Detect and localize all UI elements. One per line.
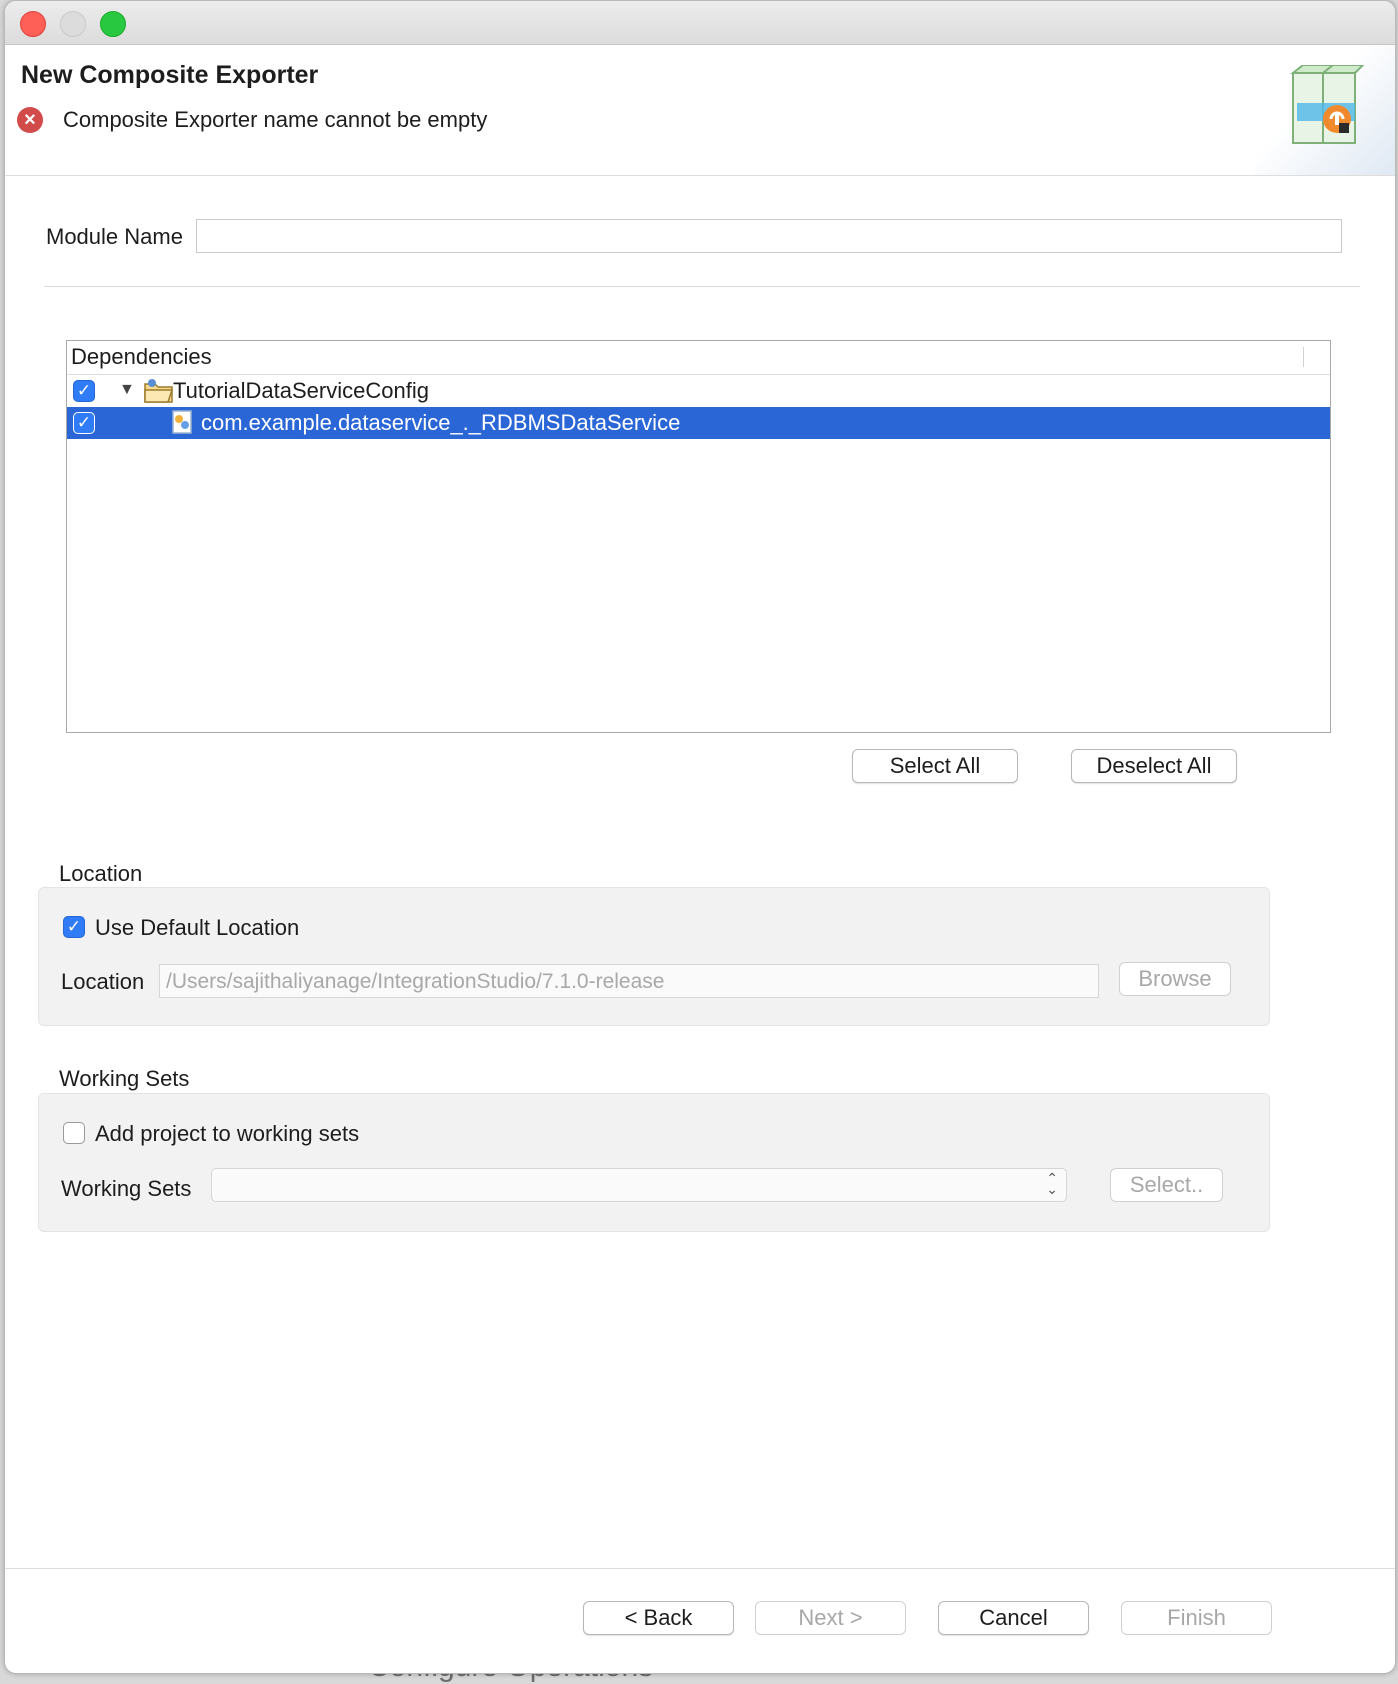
tree-row-project[interactable]: ✓ ▼ TutorialDataServiceConfig (67, 375, 1330, 407)
working-sets-select[interactable]: ⌃ ⌄ (211, 1168, 1067, 1202)
cancel-button[interactable]: Cancel (938, 1601, 1089, 1635)
location-field-label: Location (61, 969, 145, 994)
dataservice-checkbox[interactable]: ✓ (73, 412, 95, 434)
expand-triangle-icon[interactable]: ▼ (119, 381, 135, 399)
browse-button[interactable]: Browse (1119, 962, 1231, 996)
new-composite-exporter-dialog: New Composite Exporter × Composite Expor… (4, 0, 1396, 1674)
tree-row-dataservice[interactable]: ✓ com.example.dataservice_._RDBMSDataSer… (67, 407, 1330, 439)
select-all-button[interactable]: Select All (852, 749, 1018, 783)
header-banner (1255, 45, 1395, 175)
working-sets-field-label: Working Sets (61, 1176, 192, 1201)
wizard-title: New Composite Exporter (21, 61, 319, 89)
error-message: Composite Exporter name cannot be empty (63, 107, 488, 132)
use-default-location-label: Use Default Location (95, 915, 300, 940)
deselect-all-button[interactable]: Deselect All (1071, 749, 1237, 783)
zoom-window-button[interactable] (100, 11, 126, 37)
dataservice-icon (172, 410, 192, 434)
column-divider (1303, 347, 1304, 367)
add-to-working-sets-checkbox[interactable] (63, 1122, 85, 1144)
minimize-window-button[interactable] (60, 11, 86, 37)
close-window-button[interactable] (20, 11, 46, 37)
next-button[interactable]: Next > (755, 1601, 906, 1635)
module-name-label: Module Name (46, 224, 183, 249)
location-group: ✓ Use Default Location Location /Users/s… (38, 887, 1270, 1026)
error-icon: × (17, 107, 43, 133)
dataservice-label: com.example.dataservice_._RDBMSDataServi… (201, 410, 681, 435)
location-group-label: Location (59, 861, 143, 886)
composite-exporter-icon (1290, 65, 1365, 144)
dependencies-header-label: Dependencies (71, 344, 212, 369)
use-default-location-checkbox[interactable]: ✓ (63, 916, 85, 938)
section-divider (44, 286, 1360, 287)
working-sets-group-label: Working Sets (59, 1066, 190, 1091)
project-folder-icon (144, 379, 174, 403)
project-checkbox[interactable]: ✓ (73, 380, 95, 402)
back-button[interactable]: < Back (583, 1601, 734, 1635)
wizard-header: New Composite Exporter × Composite Expor… (5, 45, 1395, 176)
tree-column-header: Dependencies (67, 341, 1330, 375)
footer-divider (5, 1568, 1395, 1569)
location-path-text: /Users/sajithaliyanage/IntegrationStudio… (166, 970, 665, 993)
dependencies-tree[interactable]: Dependencies ✓ ▼ TutorialDataServiceConf… (66, 340, 1331, 733)
finish-button[interactable]: Finish (1121, 1601, 1272, 1635)
working-sets-group: Add project to working sets Working Sets… (38, 1093, 1270, 1232)
add-to-working-sets-label: Add project to working sets (95, 1121, 360, 1146)
select-working-sets-button[interactable]: Select.. (1110, 1168, 1223, 1202)
project-label: TutorialDataServiceConfig (173, 378, 429, 403)
location-path-input[interactable]: /Users/sajithaliyanage/IntegrationStudio… (159, 964, 1099, 998)
title-bar (5, 1, 1395, 45)
module-name-input[interactable] (196, 219, 1342, 253)
updown-chevron-icon: ⌃ ⌄ (1046, 1170, 1058, 1197)
